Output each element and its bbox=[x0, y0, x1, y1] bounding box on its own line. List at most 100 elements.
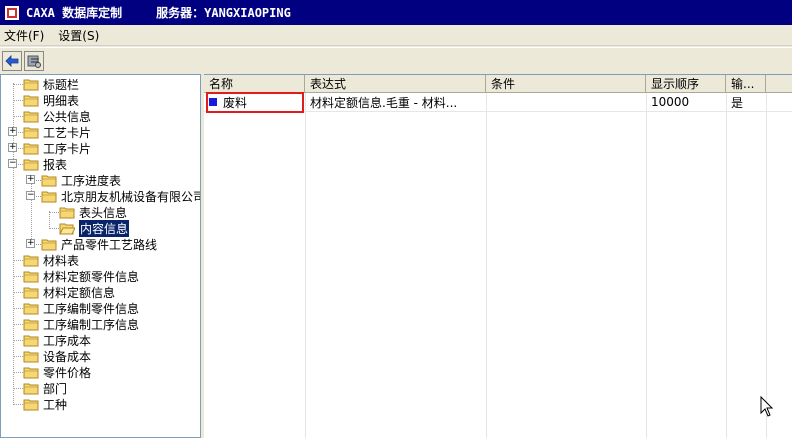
tree-item-label: 材料定额零件信息 bbox=[43, 269, 140, 284]
folder-icon bbox=[23, 334, 39, 347]
back-arrow-icon bbox=[5, 54, 19, 67]
tree-connector-line bbox=[13, 372, 23, 373]
tree-item-label: 产品零件工艺路线 bbox=[61, 237, 158, 252]
tree-item-label: 材料表 bbox=[43, 253, 80, 268]
tree-connector-line bbox=[13, 340, 23, 341]
menu-file[interactable]: 文件(F) bbox=[4, 27, 44, 44]
tree-item-label: 设备成本 bbox=[43, 349, 92, 364]
toolbar bbox=[0, 47, 792, 73]
tree-item[interactable]: 设备成本 bbox=[23, 348, 91, 364]
folder-icon bbox=[23, 318, 39, 331]
folder-icon bbox=[23, 398, 39, 411]
collapse-icon[interactable]: − bbox=[8, 159, 17, 168]
folder-icon bbox=[23, 302, 39, 315]
tree-item[interactable]: 明细表 bbox=[23, 92, 79, 108]
table-row-expression-cell[interactable]: 材料定额信息.毛重 - 材料... bbox=[305, 93, 486, 111]
folder-icon bbox=[23, 110, 39, 123]
tree-item-label: 北京朋友机械设备有限公司 bbox=[61, 189, 201, 204]
tree-connector-line bbox=[49, 212, 59, 213]
tree-item-label: 明细表 bbox=[43, 93, 80, 108]
column-header-filler bbox=[766, 75, 792, 93]
folder-icon bbox=[59, 206, 75, 219]
tree-item[interactable]: 内容信息 bbox=[59, 218, 131, 238]
tree-connector-line bbox=[49, 228, 59, 229]
settings-tool-button[interactable] bbox=[24, 50, 44, 71]
expand-icon[interactable]: + bbox=[8, 127, 17, 136]
tree-item[interactable]: 标题栏 bbox=[23, 76, 79, 92]
tree-connector-line bbox=[13, 292, 23, 293]
tree-item[interactable]: 工序进度表 bbox=[41, 172, 121, 188]
tree-item[interactable]: 工序编制零件信息 bbox=[23, 300, 139, 316]
tree-item-label: 工艺卡片 bbox=[43, 125, 92, 140]
tree-item[interactable]: 材料定额信息 bbox=[23, 284, 115, 300]
folder-icon bbox=[23, 158, 39, 171]
table-row-order-cell[interactable]: 10000 bbox=[646, 93, 726, 111]
tree-connector-line bbox=[13, 388, 23, 389]
column-header-condition[interactable]: 条件 bbox=[486, 75, 646, 93]
tree-item-label: 工序成本 bbox=[43, 333, 92, 348]
column-header-order[interactable]: 显示顺序 bbox=[646, 75, 726, 93]
tree-item[interactable]: 工艺卡片 bbox=[23, 124, 91, 140]
table-row-condition-cell[interactable] bbox=[486, 93, 646, 111]
tree-item[interactable]: 报表 bbox=[23, 156, 67, 172]
tree-connector-line bbox=[13, 100, 23, 101]
folder-icon bbox=[23, 366, 39, 379]
column-header-name[interactable]: 名称 bbox=[204, 75, 305, 93]
folder-icon bbox=[23, 78, 39, 91]
folder-icon bbox=[23, 286, 39, 299]
collapse-icon[interactable]: − bbox=[26, 191, 35, 200]
tree-connector-line bbox=[13, 404, 23, 405]
tree-view[interactable]: 标题栏 明细表 公共信息 + 工艺卡片 + 工序卡片 − 报表 + 工序进度表 − 北京朋友机械设备有限… bbox=[0, 74, 201, 438]
tree-item-label: 零件价格 bbox=[43, 365, 92, 380]
open-folder-icon bbox=[59, 222, 76, 235]
tree-item-label: 工序卡片 bbox=[43, 141, 92, 156]
expand-icon[interactable]: + bbox=[26, 239, 35, 248]
tree-item-label: 部门 bbox=[43, 381, 68, 396]
tree-item-label: 工序编制零件信息 bbox=[43, 301, 140, 316]
folder-icon bbox=[23, 350, 39, 363]
tree-connector-line bbox=[13, 324, 23, 325]
expand-icon[interactable]: + bbox=[26, 175, 35, 184]
tree-item[interactable]: 产品零件工艺路线 bbox=[41, 236, 157, 252]
tree-item[interactable]: 工种 bbox=[23, 396, 67, 412]
tree-item[interactable]: 工序成本 bbox=[23, 332, 91, 348]
mouse-cursor-icon bbox=[760, 396, 774, 417]
menu-settings[interactable]: 设置(S) bbox=[58, 27, 99, 44]
table-row-output-cell[interactable]: 是 bbox=[726, 93, 766, 111]
tree-item[interactable]: 部门 bbox=[23, 380, 67, 396]
folder-icon bbox=[41, 238, 57, 251]
back-button[interactable] bbox=[2, 50, 22, 71]
folder-icon bbox=[23, 382, 39, 395]
tree-item[interactable]: 工序卡片 bbox=[23, 140, 91, 156]
app-title: CAXA 数据库定制 bbox=[26, 6, 123, 20]
tree-item[interactable]: 工序编制工序信息 bbox=[23, 316, 139, 332]
folder-icon bbox=[23, 254, 39, 267]
folder-icon bbox=[23, 94, 39, 107]
title-bar: CAXA 数据库定制 服务器：YANGXIAOPING bbox=[0, 0, 792, 25]
tree-item[interactable]: 零件价格 bbox=[23, 364, 91, 380]
data-grid[interactable]: 名称 表达式 条件 显示顺序 输... 废料 材料定额信息.毛重 - 材料...… bbox=[204, 74, 792, 438]
tree-connector-line bbox=[49, 211, 50, 227]
tree-connector-line bbox=[13, 356, 23, 357]
folder-icon bbox=[23, 270, 39, 283]
tree-item-label: 工序编制工序信息 bbox=[43, 317, 140, 332]
tree-item[interactable]: 表头信息 bbox=[59, 204, 127, 220]
column-header-expression[interactable]: 表达式 bbox=[305, 75, 486, 93]
menu-bar: 文件(F) 设置(S) bbox=[0, 25, 792, 46]
tree-item[interactable]: 材料表 bbox=[23, 252, 79, 268]
tree-item-label: 工序进度表 bbox=[61, 173, 122, 188]
folder-icon bbox=[23, 126, 39, 139]
tree-item-label: 内容信息 bbox=[77, 218, 131, 238]
tree-item[interactable]: 公共信息 bbox=[23, 108, 91, 124]
tree-connector-line bbox=[13, 308, 23, 309]
tree-connector-line bbox=[13, 260, 23, 261]
tree-item[interactable]: 北京朋友机械设备有限公司 bbox=[41, 188, 201, 204]
expand-icon[interactable]: + bbox=[8, 143, 17, 152]
tool-icon bbox=[27, 55, 41, 68]
tree-item-label: 标题栏 bbox=[43, 77, 80, 92]
column-header-output[interactable]: 输... bbox=[726, 75, 766, 93]
folder-icon bbox=[23, 142, 39, 155]
server-label: 服务器：YANGXIAOPING bbox=[156, 6, 291, 20]
tree-item-label: 工种 bbox=[43, 397, 68, 412]
tree-item[interactable]: 材料定额零件信息 bbox=[23, 268, 139, 284]
